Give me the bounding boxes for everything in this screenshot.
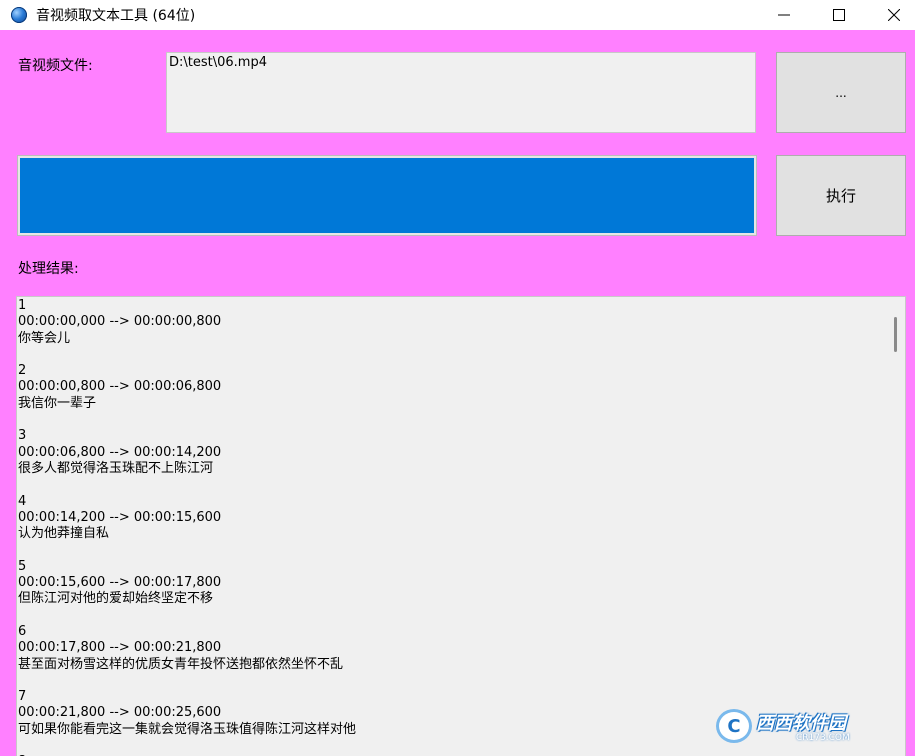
- minimize-button[interactable]: [760, 0, 808, 30]
- result-textarea[interactable]: 1 00:00:00,000 --> 00:00:00,800 你等会儿 2 00:00…: [16, 296, 906, 756]
- subtitle-index: 2: [18, 363, 27, 379]
- maximize-button[interactable]: [815, 0, 863, 30]
- subtitle-time: 00:00:00,000 --> 00:00:00,800: [18, 314, 222, 330]
- subtitle-index: 5: [18, 558, 27, 574]
- run-button[interactable]: 执行: [776, 155, 906, 236]
- watermark-logo-letter: C: [727, 715, 741, 737]
- progress-fill: [20, 158, 754, 233]
- subtitle-entry: 6 00:00:17,800 --> 00:00:21,800 甚至面对杨雪这样的优…: [18, 624, 886, 673]
- subtitle-text: 你等会儿: [18, 330, 71, 346]
- subtitle-text: 甚至面对杨雪这样的优质女青年投怀送抱都依然坐怀不乱: [18, 656, 344, 672]
- subtitle-index: 3: [18, 428, 27, 444]
- subtitle-entry: 2 00:00:00,800 --> 00:00:06,800 我信你一辈子: [18, 363, 886, 412]
- close-icon: [888, 9, 900, 21]
- subtitle-index: 7: [18, 689, 27, 705]
- subtitle-entry: 5 00:00:15,600 --> 00:00:17,800 但陈江河对他的爱却始…: [18, 559, 886, 608]
- subtitle-time: 00:00:15,600 --> 00:00:17,800: [18, 575, 222, 591]
- subtitle-text: 很多人都觉得洛玉珠配不上陈江河: [18, 460, 214, 476]
- title-bar[interactable]: 音视频取文本工具 (64位): [0, 0, 915, 30]
- subtitle-entry: 3 00:00:06,800 --> 00:00:14,200 很多人都觉得洛玉珠配…: [18, 428, 886, 477]
- file-label: 音视频文件:: [18, 58, 93, 74]
- file-path-text: D:\test\06.mp4: [169, 55, 267, 70]
- vertical-scrollbar[interactable]: [887, 297, 905, 756]
- watermark: C 西西软件园 CR173.COM: [716, 706, 896, 746]
- subtitle-text: 但陈江河对他的爱却始终坚定不移: [18, 591, 214, 607]
- subtitle-entry: 1 00:00:00,000 --> 00:00:00,800 你等会儿: [18, 298, 886, 347]
- watermark-main-text: 西西软件园: [756, 713, 846, 734]
- app-globe-icon: [11, 7, 27, 23]
- result-content: 1 00:00:00,000 --> 00:00:00,800 你等会儿 2 00:00…: [18, 298, 886, 756]
- minimize-icon: [778, 14, 790, 16]
- browse-button[interactable]: ...: [776, 52, 906, 133]
- window-title: 音视频取文本工具 (64位): [36, 8, 196, 24]
- subtitle-index: 4: [18, 493, 27, 509]
- subtitle-time: 00:00:00,800 --> 00:00:06,800: [18, 379, 222, 395]
- subtitle-text: 认为他莽撞自私: [18, 526, 110, 542]
- scroll-thumb[interactable]: [894, 317, 897, 352]
- result-label: 处理结果:: [18, 261, 79, 277]
- file-path-field[interactable]: D:\test\06.mp4: [166, 52, 756, 133]
- watermark-logo-icon: C: [716, 709, 752, 743]
- subtitle-index: 1: [18, 298, 27, 313]
- subtitle-time: 00:00:06,800 --> 00:00:14,200: [18, 444, 222, 460]
- subtitle-time: 00:00:14,200 --> 00:00:15,600: [18, 509, 222, 525]
- subtitle-text: 我信你一辈子: [18, 395, 97, 411]
- maximize-icon: [833, 9, 845, 21]
- subtitle-time: 00:00:17,800 --> 00:00:21,800: [18, 640, 222, 656]
- close-button[interactable]: [870, 0, 915, 30]
- progress-bar: [17, 155, 757, 236]
- subtitle-entry: 4 00:00:14,200 --> 00:00:15,600 认为他莽撞自私: [18, 494, 886, 543]
- app-window: 音视频取文本工具 (64位) 音视频文件: D:\test\06.mp4 ...…: [0, 0, 915, 756]
- subtitle-index: 6: [18, 623, 27, 639]
- watermark-sub-text: CR173.COM: [796, 733, 850, 743]
